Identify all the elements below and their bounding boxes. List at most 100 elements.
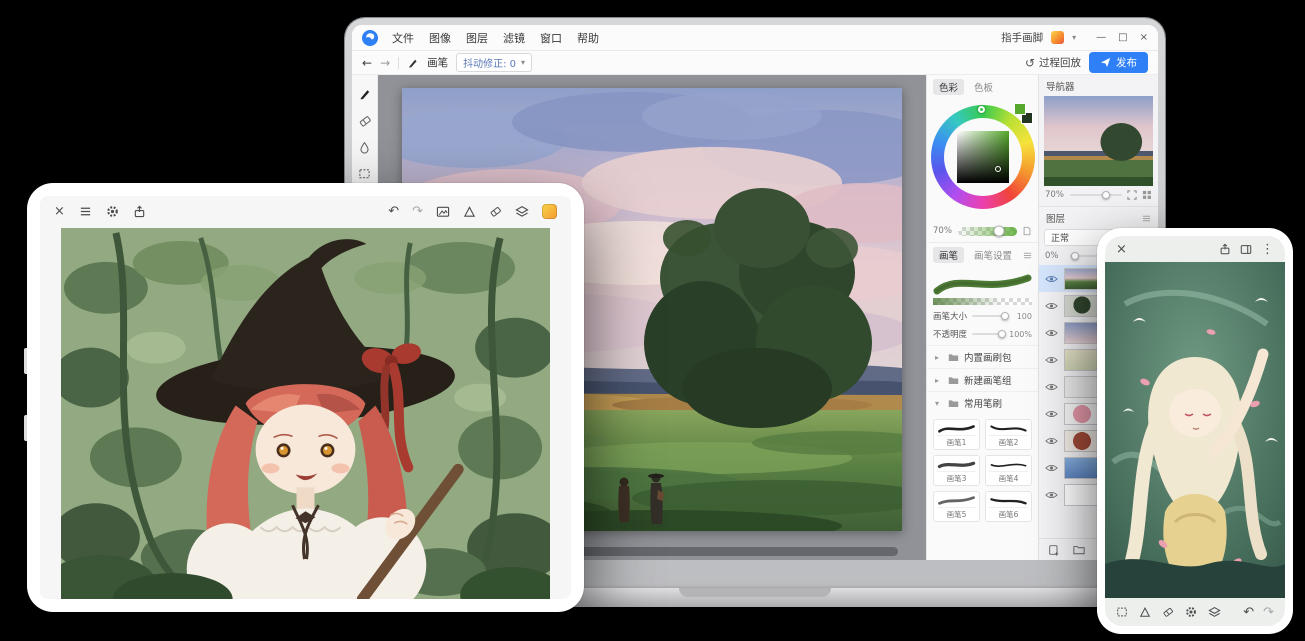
eye-icon[interactable]	[1045, 410, 1058, 418]
tablet-canvas[interactable]	[61, 228, 550, 599]
brush-opacity-slider[interactable]	[972, 333, 1004, 335]
gear-icon[interactable]	[1185, 606, 1197, 618]
eye-icon[interactable]	[1045, 329, 1058, 337]
brush-item[interactable]: 画笔5	[933, 491, 980, 522]
panel-menu-icon[interactable]	[1023, 251, 1032, 260]
eye-icon[interactable]	[1045, 437, 1058, 445]
eye-icon[interactable]	[1045, 383, 1058, 391]
menu-filter[interactable]: 滤镜	[503, 30, 525, 46]
sv-selector-dot[interactable]	[995, 166, 1001, 172]
tab-brush[interactable]: 画笔	[933, 247, 964, 263]
menu-image[interactable]: 图像	[429, 30, 451, 46]
slider-thumb[interactable]	[1001, 312, 1009, 320]
eraser-icon[interactable]	[1162, 606, 1174, 618]
brush-label: 画笔1	[937, 435, 976, 448]
brush-label: 画笔3	[937, 471, 976, 484]
brush-item[interactable]: 画笔2	[985, 419, 1032, 450]
brush-item[interactable]: 画笔4	[985, 455, 1032, 486]
account-caret-icon[interactable]: ▾	[1072, 33, 1076, 42]
redo-button[interactable]: →	[380, 57, 390, 69]
brush-group-builtin[interactable]: ▸ 内置画刷包	[927, 345, 1038, 368]
brush-item[interactable]: 画笔3	[933, 455, 980, 486]
brush-label: 画笔2	[989, 435, 1028, 448]
eye-icon[interactable]	[1045, 464, 1058, 472]
gear-icon[interactable]	[106, 205, 119, 218]
phone-canvas[interactable]	[1105, 262, 1285, 598]
saturation-value-square[interactable]	[957, 131, 1009, 183]
color-opacity-slider[interactable]	[958, 227, 1017, 236]
close-button[interactable]: ×	[1140, 33, 1148, 43]
export-icon[interactable]	[1219, 243, 1231, 255]
export-icon[interactable]	[133, 205, 146, 218]
fit-screen-icon[interactable]	[1127, 190, 1137, 200]
zoom-grid-icon[interactable]	[1142, 190, 1152, 200]
phone-undo-group: ↶ ↷	[1243, 606, 1274, 619]
zoom-sl ider[interactable]	[1070, 194, 1122, 196]
ruler-icon[interactable]	[1139, 606, 1151, 618]
account-avatar[interactable]	[1051, 31, 1064, 44]
caret-right-icon: ▸	[935, 376, 943, 385]
publish-button[interactable]: 发布	[1089, 52, 1148, 73]
eraser-icon[interactable]	[489, 205, 502, 218]
menu-window[interactable]: 窗口	[540, 30, 562, 46]
brush-group-new[interactable]: ▸ 新建画笔组	[927, 368, 1038, 391]
add-layer-icon[interactable]	[1048, 544, 1060, 556]
layers-icon[interactable]	[1208, 606, 1221, 618]
menu-layer[interactable]: 图层	[466, 30, 488, 46]
ruler-icon[interactable]	[463, 205, 476, 218]
menu-help[interactable]: 帮助	[577, 30, 599, 46]
brush-size-slider[interactable]	[972, 315, 1008, 317]
undo-button[interactable]: ←	[362, 57, 372, 69]
eraser-tool-button[interactable]	[358, 114, 372, 128]
eye-icon[interactable]	[1045, 275, 1058, 283]
divider	[398, 57, 399, 69]
brush-tool-icon	[407, 57, 419, 69]
maximize-button[interactable]: □	[1118, 33, 1127, 43]
eye-icon[interactable]	[1045, 302, 1058, 310]
tab-color[interactable]: 色彩	[933, 79, 964, 95]
brush-group-common[interactable]: ▾ 常用笔刷	[927, 391, 1038, 414]
close-icon[interactable]: ×	[54, 205, 65, 218]
brush-panel-tabs: 画笔 画笔设置	[927, 243, 1038, 264]
menu-icon[interactable]	[79, 205, 92, 218]
stabilizer-dropdown[interactable]: 抖动修正: 0 ▾	[456, 53, 532, 72]
smudge-tool-button[interactable]	[358, 141, 371, 154]
menu-file[interactable]: 文件	[392, 30, 414, 46]
slider-thumb[interactable]	[1102, 191, 1110, 199]
playback-button[interactable]: ↺ 过程回放	[1025, 55, 1081, 70]
canvas-icon[interactable]	[436, 205, 450, 218]
layer-thumbnail	[1064, 376, 1100, 398]
color-document-icon[interactable]	[1022, 226, 1032, 236]
layers-icon[interactable]	[515, 205, 529, 218]
primary-color-swatch[interactable]	[1014, 103, 1026, 115]
slider-thumb[interactable]	[994, 226, 1005, 237]
minimize-button[interactable]: —	[1096, 33, 1106, 43]
brush-item[interactable]: 画笔1	[933, 419, 980, 450]
eye-icon[interactable]	[1045, 356, 1058, 364]
slider-thumb[interactable]	[998, 330, 1006, 338]
hue-selector-dot[interactable]	[978, 106, 985, 113]
select-tool-button[interactable]	[358, 167, 371, 180]
tab-brush-settings[interactable]: 画笔设置	[968, 247, 1018, 263]
close-icon[interactable]: ×	[1116, 243, 1127, 256]
tab-swatches[interactable]: 色板	[968, 79, 999, 95]
panel-layout-icon[interactable]	[1240, 244, 1252, 255]
current-color-swatch[interactable]	[542, 204, 557, 219]
redo-icon[interactable]: ↷	[1263, 606, 1274, 619]
account-name[interactable]: 指手画脚	[1001, 30, 1043, 45]
undo-icon[interactable]: ↶	[388, 205, 399, 218]
select-icon[interactable]	[1116, 606, 1128, 618]
more-icon[interactable]: ⋮	[1261, 243, 1274, 256]
undo-icon[interactable]: ↶	[1243, 606, 1254, 619]
brush-tool-button[interactable]	[358, 87, 372, 101]
brush-opacity-ramp	[933, 298, 1032, 305]
add-folder-icon[interactable]	[1073, 545, 1085, 555]
brush-item[interactable]: 画笔6	[985, 491, 1032, 522]
eye-icon[interactable]	[1045, 491, 1058, 499]
navigator-thumbnail[interactable]	[1044, 96, 1153, 186]
layers-menu-icon[interactable]	[1142, 214, 1151, 223]
tablet-app: × ↶ ↷	[40, 196, 571, 599]
slider-thumb[interactable]	[1071, 252, 1079, 260]
redo-icon[interactable]: ↷	[412, 205, 423, 218]
layers-title: 图层	[1046, 211, 1065, 225]
